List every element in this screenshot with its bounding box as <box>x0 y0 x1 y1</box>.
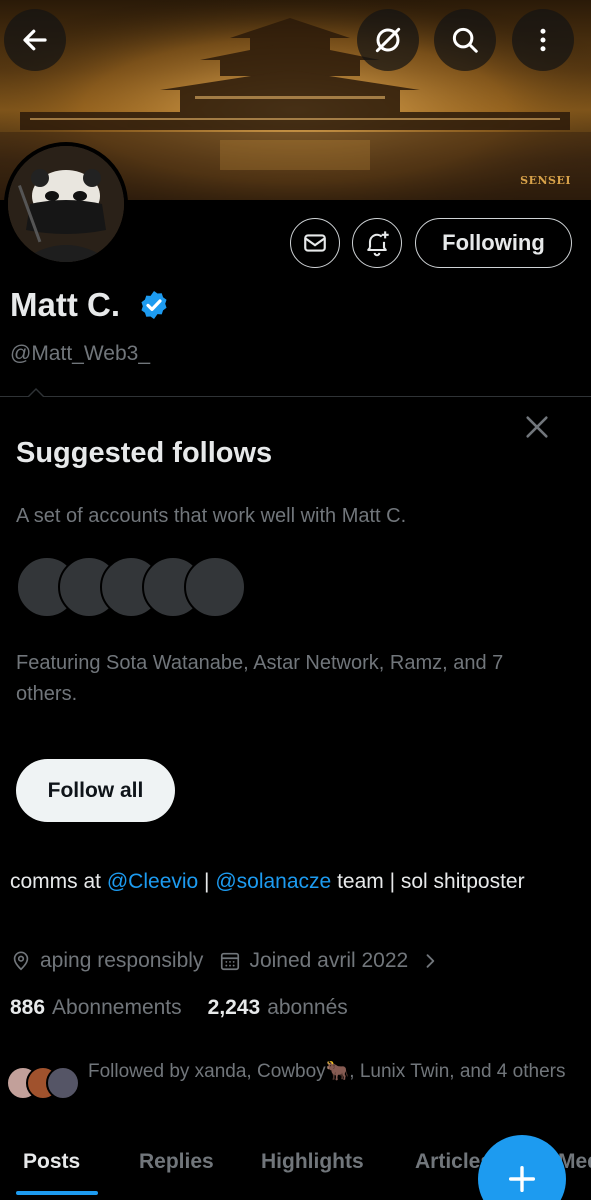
grok-icon <box>375 27 401 53</box>
bio-text: comms at <box>10 870 107 893</box>
suggested-avatar <box>184 556 246 618</box>
bio-mention-cleevio[interactable]: @Cleevio <box>107 870 198 893</box>
followers-count: 2,243 <box>207 996 261 1019</box>
tab-highlights[interactable]: Highlights <box>261 1150 364 1174</box>
active-tab-indicator <box>16 1191 98 1195</box>
followers-count-link[interactable]: 2,243 abonnés <box>208 996 348 1020</box>
location-pin-icon <box>13 951 29 971</box>
followed-by-text: Followed by xanda, Cowboy🐂, Lunix Twin, … <box>88 1061 566 1082</box>
profile-location: aping responsibly <box>10 949 203 973</box>
profile-avatar[interactable] <box>4 142 128 266</box>
bell-plus-icon <box>367 231 389 257</box>
follower-avatar <box>46 1066 80 1100</box>
joined-text: Joined avril 2022 <box>249 949 409 972</box>
suggested-follows-description: A set of accounts that work well with Ma… <box>16 505 407 527</box>
profile-bio: comms at @Cleevio | @solanacze team | so… <box>10 866 570 897</box>
bio-text-suffix: team | sol shitposter <box>331 870 525 893</box>
avatar-image <box>8 146 124 262</box>
more-options-button[interactable] <box>512 9 574 71</box>
verified-badge-icon[interactable] <box>138 289 170 321</box>
chevron-right-icon <box>426 954 435 968</box>
more-vertical-icon <box>540 28 546 52</box>
profile-name: Matt C. <box>10 286 120 323</box>
expand-details-button[interactable] <box>420 951 448 971</box>
profile-stats: 886 Abonnements 2,243 abonnés <box>10 996 348 1020</box>
follow-all-button[interactable]: Follow all <box>16 759 175 822</box>
calendar-icon <box>221 952 240 971</box>
bio-separator: | <box>198 870 216 893</box>
following-count-link[interactable]: 886 Abonnements <box>10 996 182 1020</box>
suggested-featuring-text: Featuring Sota Watanabe, Astar Network, … <box>16 652 504 705</box>
suggested-follows-title: Suggested follows <box>16 437 273 469</box>
arrow-left-icon <box>23 29 47 51</box>
section-divider <box>0 396 591 397</box>
banner-watermark: SENSEI <box>520 174 571 187</box>
grok-button[interactable] <box>357 9 419 71</box>
dismiss-suggestions-button[interactable] <box>518 408 556 446</box>
search-icon <box>452 27 478 53</box>
message-button[interactable] <box>290 218 340 268</box>
plus-icon <box>508 1165 536 1193</box>
following-label: Abonnements <box>52 996 182 1019</box>
profile-joined: Joined avril 2022 <box>219 949 408 973</box>
followed-by-avatars <box>6 1066 82 1102</box>
bio-mention-solanacze[interactable]: @solanacze <box>215 870 331 893</box>
back-button[interactable] <box>4 9 66 71</box>
profile-handle: @Matt_Web3_ <box>10 342 150 365</box>
notifications-button[interactable] <box>352 218 402 268</box>
following-button[interactable]: Following <box>415 218 572 268</box>
profile-meta: aping responsibly Joined avril 2022 <box>10 946 448 976</box>
close-icon <box>526 416 548 438</box>
tab-replies[interactable]: Replies <box>139 1150 214 1174</box>
followers-label: abonnés <box>267 996 348 1019</box>
tab-posts[interactable]: Posts <box>23 1150 80 1174</box>
location-text: aping responsibly <box>40 949 204 972</box>
mail-icon <box>304 234 326 252</box>
search-button[interactable] <box>434 9 496 71</box>
following-count: 886 <box>10 996 46 1019</box>
suggested-avatars[interactable] <box>16 556 246 618</box>
